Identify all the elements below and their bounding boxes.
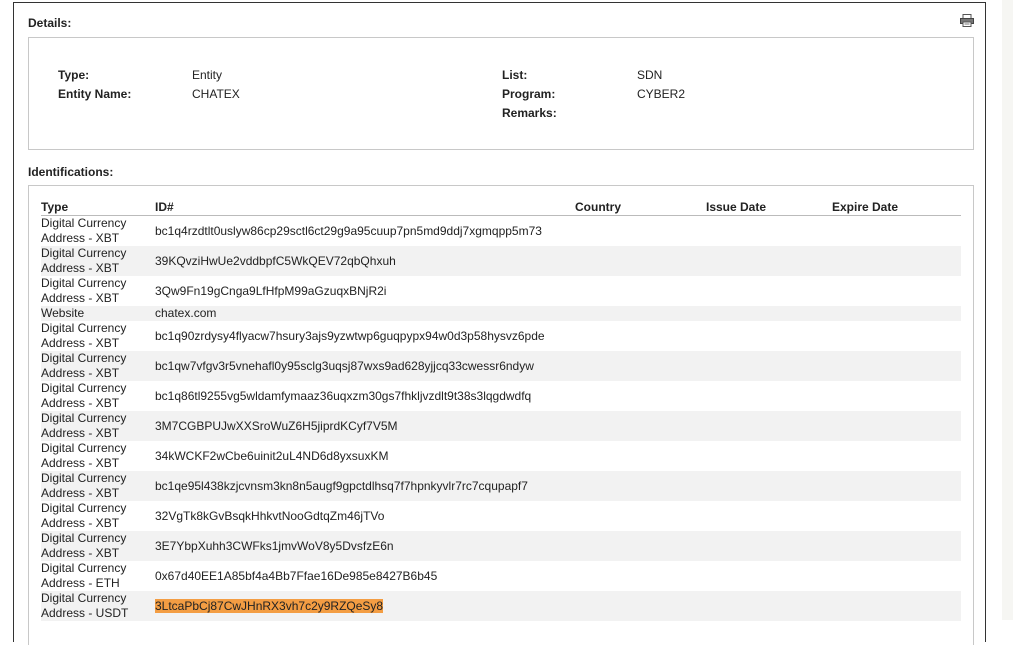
- entity-name-label: Entity Name:: [58, 87, 132, 101]
- table-row: Digital Currency Address - XBT 3E7YbpXuhh…: [41, 531, 961, 561]
- list-value: SDN: [637, 68, 663, 82]
- list-label: List:: [502, 68, 528, 82]
- type-cell: Digital Currency Address - XBT: [41, 246, 127, 275]
- details-heading: Details:: [28, 16, 72, 30]
- type-value: Entity: [192, 68, 223, 82]
- table-row: Digital Currency Address - XBT bc1qe95l43…: [41, 471, 961, 501]
- id-cell-highlighted: 3LtcaPbCj87CwJHnRX3vh7c2y9RZQeSy8: [155, 599, 384, 613]
- program-label: Program:: [502, 87, 556, 101]
- type-cell: Digital Currency Address - XBT: [41, 276, 127, 305]
- table-row: Digital Currency Address - ETH 0x67d40EE1…: [41, 561, 961, 591]
- entity-name-value: CHATEX: [192, 87, 240, 101]
- type-cell: Digital Currency Address - XBT: [41, 351, 127, 380]
- type-label: Type:: [58, 68, 90, 82]
- id-cell: bc1qe95l438kzjcvnsm3kn8n5augf9gpctdlhsq7…: [155, 479, 528, 493]
- id-cell: bc1q90zrdysy4flyacw7hsury3ajs9yzwtwp6guq…: [155, 329, 545, 343]
- details-box: Type: Entity Entity Name: CHATEX List: S…: [28, 37, 974, 150]
- table-row: Website chatex.com: [41, 306, 961, 321]
- id-cell: 32VgTk8kGvBsqkHhkvtNooGdtqZm46jTVo: [155, 509, 385, 523]
- table-row: Digital Currency Address - XBT 3M7CGBPUJw…: [41, 411, 961, 441]
- table-row: Digital Currency Address - XBT 3Qw9Fn19gC…: [41, 276, 961, 306]
- type-cell: Digital Currency Address - XBT: [41, 216, 127, 245]
- table-row: Digital Currency Address - XBT bc1qw7vfgv…: [41, 351, 961, 381]
- table-row: Digital Currency Address - XBT bc1q90zrdy…: [41, 321, 961, 351]
- table-row: Digital Currency Address - XBT 34kWCKF2wC…: [41, 441, 961, 471]
- type-cell: Digital Currency Address - XBT: [41, 381, 127, 410]
- table-row: Digital Currency Address - XBT 32VgTk8kGv…: [41, 501, 961, 531]
- id-cell: bc1qw7vfgv3r5vnehafl0y95sclg3uqsj87wxs9a…: [155, 359, 534, 373]
- type-cell: Digital Currency Address - XBT: [41, 471, 127, 500]
- page-scroll-gutter: [1002, 0, 1013, 620]
- column-header-expire-date: Expire Date: [832, 200, 899, 214]
- id-cell: bc1q86tl9255vg5wldamfymaaz36uqxzm30gs7fh…: [155, 389, 532, 403]
- type-cell: Digital Currency Address - ETH: [41, 561, 127, 590]
- column-header-issue-date: Issue Date: [706, 200, 767, 214]
- id-cell: 3M7CGBPUJwXXSroWuZ6H5jiprdKCyf7V5M: [155, 419, 398, 433]
- identifications-rows: Digital Currency Address - XBT bc1q4rzdtl…: [41, 216, 961, 621]
- type-cell: Website: [41, 306, 85, 320]
- table-row: Digital Currency Address - XBT bc1q4rzdtl…: [41, 216, 961, 246]
- column-header-id: ID#: [155, 200, 174, 214]
- type-cell: Digital Currency Address - XBT: [41, 411, 127, 440]
- table-row: Digital Currency Address - XBT bc1q86tl92…: [41, 381, 961, 411]
- remarks-label: Remarks:: [502, 106, 557, 120]
- identifications-table: Type ID# Country Issue Date Expire Date …: [28, 185, 974, 645]
- type-cell: Digital Currency Address - XBT: [41, 531, 127, 560]
- table-row: Digital Currency Address - XBT 39KQvziHwU…: [41, 246, 961, 276]
- type-cell: Digital Currency Address - XBT: [41, 501, 127, 530]
- id-cell: 3Qw9Fn19gCnga9LfHfpM99aGzuqxBNjR2i: [155, 284, 387, 298]
- identifications-heading: Identifications:: [28, 165, 114, 179]
- id-cell: 39KQvziHwUe2vddbpfC5WkQEV72qbQhxuh: [155, 254, 396, 268]
- type-cell: Digital Currency Address - XBT: [41, 441, 127, 470]
- id-cell: chatex.com: [155, 306, 217, 320]
- printer-icon[interactable]: [960, 14, 974, 27]
- id-cell: 0x67d40EE1A85bf4a4Bb7Ffae16De985e8427B6b…: [155, 569, 438, 583]
- id-cell: bc1q4rzdtlt0uslyw86cp29sctl6ct29g9a95cuu…: [155, 224, 542, 238]
- program-value: CYBER2: [637, 87, 686, 101]
- id-cell: 3E7YbpXuhh3CWFks1jmvWoV8y5DvsfzE6n: [155, 539, 394, 553]
- type-cell: Digital Currency Address - USDT: [41, 591, 129, 620]
- details-panel: Details: Type: Entity Entity Name: CHATE…: [13, 2, 986, 645]
- table-row: Digital Currency Address - USDT 3LtcaPbCj…: [41, 591, 961, 621]
- id-cell: 34kWCKF2wCbe6uinit2uL4ND6d8yxsuxKM: [155, 449, 389, 463]
- type-cell: Digital Currency Address - XBT: [41, 321, 127, 350]
- column-header-type: Type: [41, 200, 69, 214]
- column-header-country: Country: [575, 200, 621, 214]
